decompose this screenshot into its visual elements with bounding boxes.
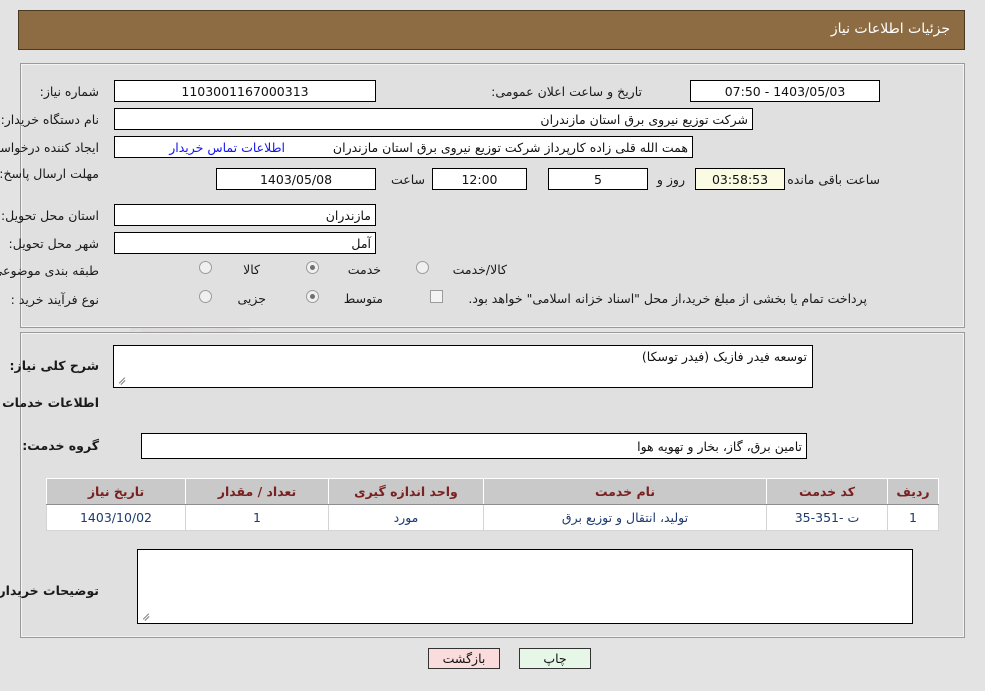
cell-date: 1403/10/02: [46, 504, 186, 531]
col-date: تاریخ نیاز: [46, 478, 186, 505]
cell-radif: 1: [887, 504, 939, 531]
deadline-label: مهلت ارسال پاسخ: تا تاریخ:: [0, 166, 99, 181]
deadline-hour-value: 12:00: [432, 168, 527, 190]
province-value: مازندران: [114, 204, 376, 226]
cell-quantity: 1: [185, 504, 329, 531]
page-title: جزئیات اطلاعات نیاز: [830, 21, 950, 37]
radio-category-kala-khedmat-label: کالا/خدمت: [452, 262, 507, 277]
services-section-title: اطلاعات خدمات مورد نیاز: [0, 395, 99, 410]
resize-grip-icon-notes[interactable]: [141, 612, 151, 622]
treasury-note-text: پرداخت تمام یا بخشی از مبلغ خرید،از محل …: [468, 291, 867, 306]
general-desc-textarea[interactable]: توسعه فیدر فازیک (فیدر توسکا): [113, 345, 813, 388]
need-number-value: 1103001167000313: [114, 80, 376, 102]
resize-grip-icon[interactable]: [117, 376, 127, 386]
service-group-value: تامین برق، گاز، بخار و تهویه هوا: [141, 433, 807, 459]
buyer-org-label: نام دستگاه خریدار:: [0, 112, 99, 127]
countdown-timer-value: 03:58:53: [695, 168, 785, 190]
category-label: طبقه بندی موضوعی:: [0, 263, 99, 278]
general-desc-label: شرح کلی نیاز:: [9, 358, 99, 373]
service-group-label: گروه خدمت:: [22, 438, 99, 453]
radio-category-khedmat-label: خدمت: [347, 262, 381, 277]
process-label: نوع فرآیند خرید :: [10, 292, 99, 307]
services-table: ردیف کد خدمت نام خدمت واحد اندازه گیری ت…: [46, 478, 939, 531]
cell-code: ت -351-35: [766, 504, 888, 531]
need-summary-panel: [20, 63, 965, 328]
need-number-label: شماره نیاز:: [39, 84, 99, 99]
cell-unit: مورد: [328, 504, 484, 531]
radio-process-motevaset-label: متوسط: [343, 291, 383, 306]
cell-name: تولید، انتقال و توزیع برق: [483, 504, 767, 531]
buyer-org-value: شرکت توزیع نیروی برق استان مازندران: [114, 108, 753, 130]
table-header-row: ردیف کد خدمت نام خدمت واحد اندازه گیری ت…: [46, 478, 939, 505]
radio-category-khedmat[interactable]: [306, 261, 319, 274]
creator-label: ایجاد کننده درخواست:: [0, 140, 99, 155]
radio-category-kala[interactable]: [199, 261, 212, 274]
city-label: شهر محل تحویل:: [8, 236, 99, 251]
table-row: 1 ت -351-35 تولید، انتقال و توزیع برق مو…: [46, 504, 939, 531]
public-announce-value: 1403/05/03 - 07:50: [690, 80, 880, 102]
buyer-notes-textarea[interactable]: [137, 549, 913, 624]
deadline-date-value: 1403/05/08: [216, 168, 376, 190]
days-unit-label: روز و: [656, 172, 685, 187]
col-quantity: تعداد / مقدار: [185, 478, 329, 505]
checkbox-treasury-bonds[interactable]: [430, 290, 443, 303]
general-desc-value: توسعه فیدر فازیک (فیدر توسکا): [641, 349, 807, 364]
radio-process-jozii-label: جزیی: [237, 291, 266, 306]
col-name: نام خدمت: [483, 478, 767, 505]
back-button[interactable]: بازگشت: [428, 648, 500, 669]
col-code: کد خدمت: [766, 478, 888, 505]
deadline-hour-label: ساعت: [390, 172, 425, 187]
page-header-bar: جزئیات اطلاعات نیاز: [18, 10, 965, 50]
public-announce-label: تاریخ و ساعت اعلان عمومی:: [491, 84, 642, 99]
time-remaining-label: ساعت باقی مانده: [787, 172, 880, 187]
city-value: آمل: [114, 232, 376, 254]
col-radif: ردیف: [887, 478, 939, 505]
radio-category-kala-khedmat[interactable]: [416, 261, 429, 274]
col-unit: واحد اندازه گیری: [328, 478, 484, 505]
print-button[interactable]: چاپ: [519, 648, 591, 669]
page-root: AriaTender itender.net جزئیات اطلاعات نی…: [0, 0, 985, 691]
days-remaining-value: 5: [548, 168, 648, 190]
province-label: استان محل تحویل:: [0, 208, 99, 223]
buyer-contact-link[interactable]: اطلاعات تماس خریدار: [169, 140, 285, 155]
radio-process-jozii[interactable]: [199, 290, 212, 303]
radio-process-motevaset[interactable]: [306, 290, 319, 303]
buyer-notes-label: توضیحات خریدار:: [0, 583, 99, 598]
radio-category-kala-label: کالا: [243, 262, 260, 277]
